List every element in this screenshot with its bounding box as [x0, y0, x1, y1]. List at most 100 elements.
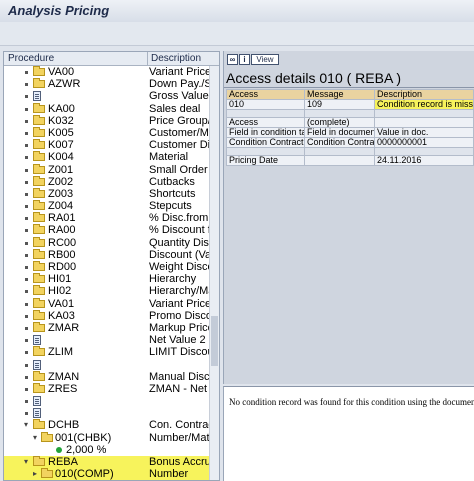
tree-row[interactable]: Z002 Cutbacks [4, 175, 209, 188]
bullet-icon[interactable] [25, 400, 28, 404]
tree-row-description: Discount (Valu [149, 248, 209, 261]
bullet-icon[interactable] [25, 253, 28, 257]
bullet-icon[interactable] [25, 192, 28, 196]
bullet-icon[interactable] [25, 168, 28, 172]
folder-icon [33, 200, 45, 211]
tree-row[interactable]: ▾ DCHB Con. Contract [4, 419, 209, 431]
tree-row[interactable]: KA03 Promo Discou [4, 309, 209, 322]
bullet-icon[interactable] [25, 107, 28, 111]
bullet-icon[interactable] [25, 229, 28, 233]
bullet-icon[interactable] [25, 119, 28, 123]
header-value-doc: Value in doc. [374, 127, 474, 138]
bullet-icon[interactable] [25, 351, 28, 355]
tree-row[interactable]: RA00 % Discount fr [4, 224, 209, 236]
tree-row[interactable]: RB00 Discount (Valu [4, 248, 209, 261]
tree-row[interactable]: AZWR Down Pay./Se [4, 78, 209, 90]
bullet-icon[interactable] [25, 205, 28, 209]
tree-row-procedure: HI02 [48, 285, 72, 298]
cell-pricing-date-value: 24.11.2016 [374, 155, 474, 166]
tree-row[interactable]: K005 Customer/Mat [4, 126, 209, 139]
tree-row[interactable]: ▾ REBA Bonus Accrual [4, 456, 209, 469]
tree-row[interactable] [4, 395, 209, 407]
folder-icon [33, 382, 45, 393]
bullet-icon[interactable] [25, 363, 28, 367]
bullet-icon[interactable] [25, 326, 28, 330]
tree-row[interactable]: RA01 % Disc.from G [4, 212, 209, 224]
tree-row[interactable]: HI01 Hierarchy [4, 273, 209, 285]
tree-row[interactable]: 2,000 % [4, 444, 209, 456]
bullet-icon[interactable] [25, 95, 28, 99]
tree-row[interactable]: ▸ 010(COMP) Number [4, 468, 209, 480]
tree-vertical-scrollbar[interactable] [209, 66, 219, 480]
tree-row[interactable]: VA01 Variant Price [4, 297, 209, 310]
bullet-icon[interactable] [25, 241, 28, 245]
tree-row-description: Small Order [149, 163, 208, 176]
bullet-icon[interactable] [25, 131, 28, 135]
tree-row[interactable]: VA00 Variant Price [4, 66, 209, 78]
tree-row[interactable]: ZRES ZMAN - Net Va [4, 382, 209, 395]
tree-row[interactable]: Z001 Small Order [4, 163, 209, 176]
bullet-icon[interactable] [25, 290, 28, 294]
view-button[interactable]: View [251, 54, 279, 65]
bullet-icon[interactable] [25, 144, 28, 148]
tree-row-description: Number/Mater [149, 431, 209, 444]
bullet-icon[interactable] [25, 266, 28, 269]
cell-access: 010 [226, 99, 305, 110]
tree-row-procedure: RA01 [48, 212, 76, 225]
tree-row-procedure: K007 [48, 139, 74, 152]
bullet-icon[interactable] [25, 314, 28, 318]
bullet-icon[interactable] [25, 375, 28, 379]
tree-row[interactable]: K032 Price Group/M [4, 114, 209, 127]
tree-row[interactable]: Net Value 2 [4, 334, 209, 346]
access-details-table: Access Message Description 010 109 Condi… [226, 89, 474, 166]
bullet-icon[interactable] [25, 71, 28, 74]
scrollbar-thumb[interactable] [211, 316, 218, 366]
bullet-icon[interactable] [25, 412, 28, 416]
bullet-icon[interactable] [25, 180, 28, 184]
column-header-description[interactable]: Description [151, 53, 201, 64]
document-icon [33, 408, 41, 419]
bullet-icon[interactable] [25, 302, 28, 306]
table-row[interactable]: Access (complete) [226, 117, 474, 128]
bullet-icon[interactable] [25, 278, 28, 282]
info-icon[interactable]: i [239, 54, 250, 65]
tree-row[interactable]: RD00 Weight Discou [4, 261, 209, 273]
bullet-icon[interactable] [25, 387, 28, 391]
tree-row-procedure: RA00 [48, 224, 76, 237]
bullet-icon[interactable] [25, 339, 28, 343]
tree-row-description: Gross Value [149, 90, 209, 103]
tree-row-description: Quantity Disco [149, 236, 209, 249]
table-row[interactable]: Pricing Date 24.11.2016 [226, 155, 474, 166]
tree-row[interactable]: Gross Value [4, 90, 209, 102]
bullet-icon[interactable] [25, 156, 28, 160]
bullet-icon[interactable] [25, 83, 28, 87]
tree-row[interactable]: K007 Customer Disc [4, 139, 209, 151]
expand-toggle-icon[interactable]: ▸ [33, 468, 37, 480]
folder-icon [33, 297, 45, 308]
tree-row[interactable] [4, 407, 209, 419]
tree-row[interactable]: K004 Material [4, 151, 209, 163]
tree-row-procedure: Z002 [48, 175, 74, 188]
access-detail-panel: ∞ i View Access details 010 ( REBA ) Acc… [223, 51, 474, 384]
table-row[interactable]: 010 109 Condition record is missing [226, 99, 474, 110]
tree-row[interactable]: Z003 Shortcuts [4, 187, 209, 200]
bullet-icon[interactable] [25, 217, 28, 221]
tree-row[interactable]: KA00 Sales deal [4, 102, 209, 115]
table-row[interactable]: Condition Contract Condition Contract 00… [226, 137, 474, 148]
expand-toggle-icon[interactable]: ▾ [33, 432, 37, 444]
tree-row[interactable]: ZMAN Manual Discou [4, 370, 209, 383]
tree-row-procedure: VA01 [48, 297, 75, 310]
column-header-procedure[interactable]: Procedure [8, 53, 54, 64]
tree-row[interactable]: RC00 Quantity Disco [4, 236, 209, 249]
tree-row[interactable]: ZMAR Markup Price [4, 321, 209, 334]
tree-row-procedure: RB00 [48, 248, 76, 261]
tree-row[interactable]: ZLIM LIMIT Discoun [4, 346, 209, 358]
tree-row[interactable]: HI02 Hierarchy/Mat [4, 285, 209, 297]
binoculars-icon[interactable]: ∞ [227, 54, 238, 65]
tree-row-procedure: KA00 [48, 102, 75, 115]
tree-row[interactable]: Z004 Stepcuts [4, 200, 209, 212]
expand-toggle-icon[interactable]: ▾ [24, 456, 28, 468]
expand-toggle-icon[interactable]: ▾ [24, 419, 28, 431]
tree-row[interactable] [4, 359, 209, 371]
tree-row[interactable]: ▾ 001(CHBK) Number/Mater [4, 431, 209, 444]
